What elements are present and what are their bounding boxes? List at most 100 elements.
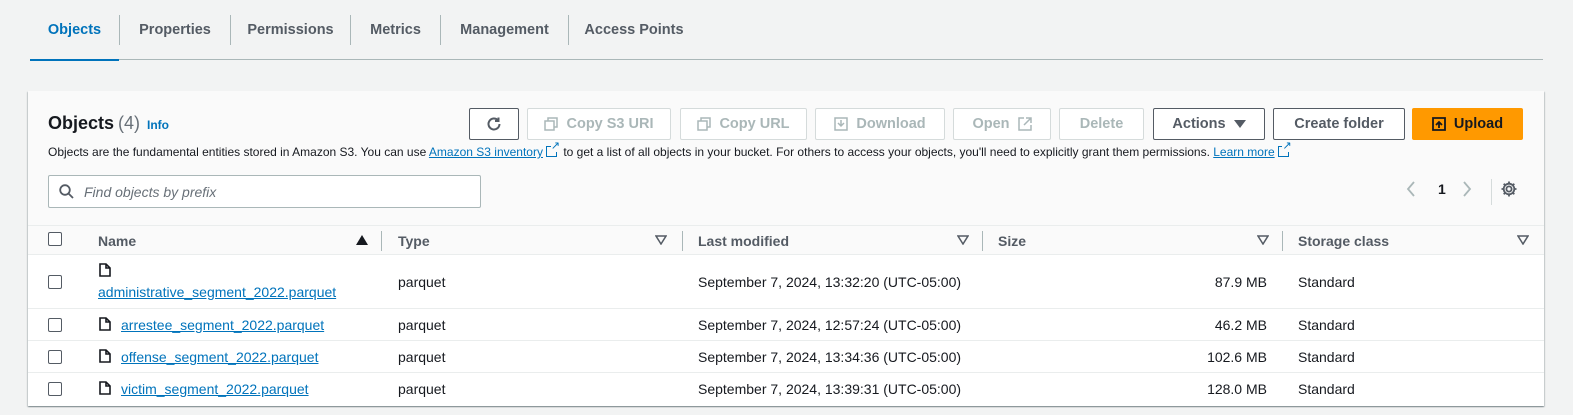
description-text: to get a list of all objects in your buc… [559, 145, 1214, 159]
object-name-link[interactable]: arrestee_segment_2022.parquet [121, 317, 324, 333]
row-checkbox[interactable] [48, 318, 62, 332]
sort-ascending-icon[interactable] [356, 235, 368, 245]
chevron-left-icon [1406, 181, 1415, 197]
bucket-tabs: Objects Properties Permissions Metrics M… [30, 0, 1543, 61]
table-row: administrative_segment_2022.parquet parq… [28, 255, 1544, 309]
actions-dropdown[interactable]: Actions [1153, 108, 1265, 140]
previous-page-button[interactable] [1406, 181, 1416, 200]
external-link-icon [1017, 117, 1032, 131]
preferences-button[interactable] [1500, 180, 1518, 203]
learn-more-link[interactable]: Learn more [1213, 145, 1274, 159]
create-folder-button[interactable]: Create folder [1273, 108, 1405, 140]
file-icon [99, 263, 111, 277]
column-divider [381, 231, 382, 251]
upload-label: Upload [1453, 116, 1504, 132]
chevron-right-icon [1463, 181, 1472, 197]
sort-icon[interactable] [957, 235, 969, 245]
object-type: parquet [398, 349, 446, 365]
object-name-link[interactable]: administrative_segment_2022.parquet [98, 284, 336, 300]
row-checkbox[interactable] [48, 382, 62, 396]
row-checkbox[interactable] [48, 275, 62, 289]
external-link-icon [545, 140, 560, 157]
object-name-link[interactable]: offense_segment_2022.parquet [121, 349, 318, 365]
object-name-link[interactable]: victim_segment_2022.parquet [121, 381, 309, 397]
actions-label: Actions [1172, 116, 1226, 132]
search-input[interactable] [82, 182, 462, 201]
external-link-icon [1277, 140, 1292, 157]
upload-icon [1432, 117, 1446, 131]
page-title: Objects (4) [48, 113, 140, 134]
search-icon [59, 184, 74, 199]
divider [1491, 179, 1492, 205]
object-size: 46.2 MB [1214, 317, 1267, 333]
select-all-checkbox[interactable] [48, 232, 62, 246]
refresh-button[interactable] [469, 108, 519, 140]
object-storage-class: Standard [1298, 349, 1355, 365]
sort-icon[interactable] [1517, 235, 1529, 245]
description-text: Objects are the fundamental entities sto… [48, 145, 429, 159]
next-page-button[interactable] [1462, 181, 1472, 200]
objects-count: (4) [118, 113, 141, 133]
table-row: arrestee_segment_2022.parquet parquet Se… [28, 309, 1544, 341]
file-icon [99, 349, 111, 363]
info-link[interactable]: Info [147, 118, 169, 132]
copy-url-label: Copy URL [719, 116, 790, 132]
tab-objects[interactable]: Objects [30, 0, 119, 61]
object-size: 87.9 MB [1214, 274, 1267, 290]
object-size: 102.6 MB [1207, 349, 1267, 365]
open-button[interactable]: Open [953, 108, 1051, 140]
object-last-modified: September 7, 2024, 13:34:36 (UTC-05:00) [698, 349, 962, 365]
s3-inventory-link[interactable]: Amazon S3 inventory [429, 145, 543, 159]
file-icon [99, 317, 111, 331]
object-size: 128.0 MB [1207, 381, 1267, 397]
upload-button[interactable]: Upload [1412, 108, 1523, 140]
object-last-modified: September 7, 2024, 13:32:20 (UTC-05:00) [698, 274, 962, 290]
search-field[interactable] [48, 175, 481, 208]
download-icon [834, 117, 849, 131]
object-type: parquet [398, 381, 446, 397]
column-header-name[interactable]: Name [98, 226, 136, 255]
objects-panel: Objects (4) Info Copy S3 URI Copy URL Dow… [28, 91, 1544, 406]
sort-icon[interactable] [655, 235, 667, 245]
column-header-last-modified[interactable]: Last modified [698, 226, 789, 255]
gear-icon [1501, 181, 1517, 197]
tab-management[interactable]: Management [441, 0, 568, 60]
column-divider [982, 231, 983, 251]
column-header-storage-class[interactable]: Storage class [1298, 226, 1389, 255]
copy-icon [697, 117, 712, 131]
refresh-icon [487, 117, 501, 131]
column-header-size[interactable]: Size [998, 226, 1026, 255]
create-folder-label: Create folder [1294, 116, 1384, 132]
objects-panel-header: Objects (4) Info Copy S3 URI Copy URL Dow… [28, 91, 1544, 226]
file-icon [99, 381, 111, 395]
tab-properties[interactable]: Properties [120, 0, 230, 60]
row-checkbox[interactable] [48, 350, 62, 364]
object-last-modified: September 7, 2024, 13:39:31 (UTC-05:00) [698, 381, 962, 397]
column-divider [682, 231, 683, 251]
objects-description: Objects are the fundamental entities sto… [48, 140, 1292, 159]
object-type: parquet [398, 274, 446, 290]
page-number[interactable]: 1 [1438, 181, 1446, 197]
caret-down-icon [1233, 120, 1246, 128]
delete-label: Delete [1079, 116, 1124, 132]
objects-title: Objects [48, 113, 115, 133]
object-last-modified: September 7, 2024, 12:57:24 (UTC-05:00) [698, 317, 962, 333]
copy-icon [544, 117, 559, 131]
tab-permissions[interactable]: Permissions [231, 0, 350, 60]
download-button[interactable]: Download [815, 108, 945, 140]
column-header-type[interactable]: Type [398, 226, 430, 255]
copy-s3-uri-button[interactable]: Copy S3 URI [527, 108, 671, 140]
object-storage-class: Standard [1298, 317, 1355, 333]
copy-s3-uri-label: Copy S3 URI [566, 116, 654, 132]
sort-icon[interactable] [1257, 235, 1269, 245]
copy-url-button[interactable]: Copy URL [680, 108, 807, 140]
download-label: Download [856, 116, 926, 132]
table-row: victim_segment_2022.parquet parquet Sept… [28, 373, 1544, 405]
delete-button[interactable]: Delete [1059, 108, 1144, 140]
object-storage-class: Standard [1298, 381, 1355, 397]
object-type: parquet [398, 317, 446, 333]
tab-metrics[interactable]: Metrics [351, 0, 440, 60]
object-storage-class: Standard [1298, 274, 1355, 290]
open-label: Open [972, 116, 1010, 132]
tab-access-points[interactable]: Access Points [569, 0, 699, 60]
